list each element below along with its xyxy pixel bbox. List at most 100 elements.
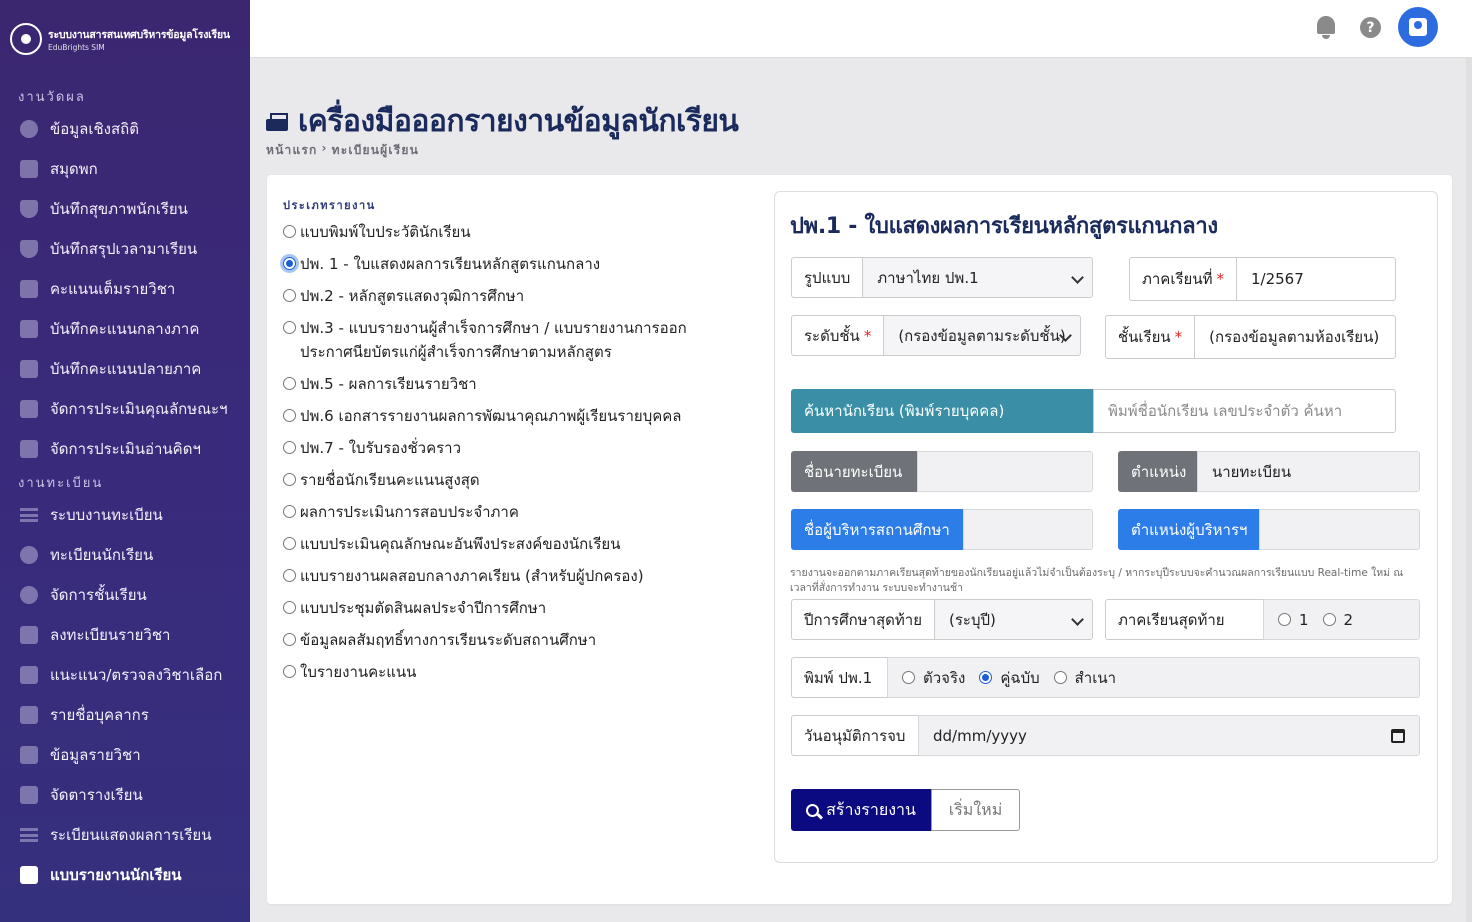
last-semester-option-1[interactable]: 1 xyxy=(1278,611,1309,629)
report-option[interactable]: แบบประชุมตัดสินผลประจำปีการศึกษา xyxy=(283,596,743,628)
sidebar-item-course-registration[interactable]: ลงทะเบียนรายวิชา xyxy=(0,615,250,655)
report-option[interactable]: แบบรายงานผลสอบกลางภาคเรียน (สำหรับผู้ปกค… xyxy=(283,564,743,596)
format-label: รูปแบบ xyxy=(791,257,863,298)
brand-subtitle: EduBrights SIM xyxy=(48,43,105,52)
approve-date-group: วันอนุมัติการจบ dd/mm/yyyy xyxy=(791,715,1420,756)
sidebar-item-students[interactable]: ทะเบียนนักเรียน xyxy=(0,535,250,575)
shield-icon xyxy=(20,240,38,258)
report-option[interactable]: แบบพิมพ์ใบประวัตินักเรียน xyxy=(283,220,743,252)
radio-button[interactable] xyxy=(283,569,296,582)
print-duplicate-option[interactable]: คู่ฉบับ xyxy=(979,666,1040,690)
sidebar-item-student-report[interactable]: แบบรายงานนักเรียน xyxy=(0,855,250,895)
scrollbar[interactable] xyxy=(1466,58,1472,922)
radio-button[interactable] xyxy=(283,289,296,302)
last-semester-option-2[interactable]: 2 xyxy=(1322,611,1353,629)
radio-button[interactable] xyxy=(283,377,296,390)
breadcrumb-home[interactable]: หน้าแรก xyxy=(266,141,318,160)
report-type-label: ประเภทรายงาน xyxy=(283,199,376,212)
position-input[interactable]: นายทะเบียน xyxy=(1197,451,1420,492)
report-type-group: ประเภทรายงาน แบบพิมพ์ใบประวัตินักเรียน ป… xyxy=(283,196,743,692)
book-icon xyxy=(20,160,38,178)
sidebar-item-classes[interactable]: จัดการชั้นเรียน xyxy=(0,575,250,615)
breadcrumb: หน้าแรก › ทะเบียนผู้เรียน xyxy=(266,141,419,160)
search-label: ค้นหานักเรียน (พิมพ์รายบุคคล) xyxy=(791,389,1093,433)
radio-button[interactable] xyxy=(979,671,993,684)
section-registration: งานทะเบียน xyxy=(18,475,104,491)
report-option[interactable]: ผลการประเมินการสอบประจำภาค xyxy=(283,500,743,532)
sidebar-item-reading[interactable]: จัดการประเมินอ่านคิดฯ xyxy=(0,429,250,469)
print-copy-option[interactable]: สำเนา xyxy=(1053,666,1116,690)
sidebar-item-attendance[interactable]: บันทึกสรุปเวลามาเรียน xyxy=(0,229,250,269)
report-option[interactable]: แบบประเมินคุณลักษณะอันพึงประสงค์ของนักเร… xyxy=(283,532,743,564)
bell-icon[interactable] xyxy=(1314,14,1338,40)
approve-date-input[interactable]: dd/mm/yyyy xyxy=(918,715,1420,756)
sidebar-item-characteristics[interactable]: จัดการประเมินคุณลักษณะฯ xyxy=(0,389,250,429)
sidebar-item-health[interactable]: บันทึกสุขภาพนักเรียน xyxy=(0,189,250,229)
breadcrumb-separator: › xyxy=(321,141,328,155)
reset-button[interactable]: เริ่มใหม่ xyxy=(931,789,1020,831)
page-title: เครื่องมือออกรายงานข้อมูลนักเรียน xyxy=(266,98,739,145)
radio-button[interactable] xyxy=(283,505,296,518)
format-group: รูปแบบ ภาษาไทย ปพ.1 xyxy=(791,257,1093,298)
radio-button[interactable] xyxy=(283,601,296,614)
radio-button[interactable] xyxy=(283,633,296,646)
face-icon xyxy=(20,546,38,564)
class-select[interactable]: (กรองข้อมูลตามห้องเรียน) xyxy=(1194,315,1396,359)
sidebar-item-midterm[interactable]: บันทึกคะแนนกลางภาค xyxy=(0,309,250,349)
sidebar-item-registration-system[interactable]: ระบบงานทะเบียน xyxy=(0,495,250,535)
sidebar-item-subjects[interactable]: ข้อมูลรายวิชา xyxy=(0,735,250,775)
registrar-input[interactable] xyxy=(917,451,1093,492)
sidebar-item-full-score[interactable]: คะแนนเต็มรายวิชา xyxy=(0,269,250,309)
semester-input[interactable]: 1/2567 xyxy=(1235,257,1396,301)
student-search-input[interactable]: พิมพ์ชื่อนักเรียน เลขประจำตัว ค้นหา xyxy=(1093,389,1396,433)
position-label: ตำแหน่ง xyxy=(1118,451,1197,492)
radio-button[interactable] xyxy=(902,671,915,684)
radio-button[interactable] xyxy=(1278,613,1291,626)
radio-button[interactable] xyxy=(283,225,296,238)
book-icon xyxy=(20,360,38,378)
radio-button[interactable] xyxy=(283,473,296,486)
radio-button[interactable] xyxy=(283,665,296,678)
director-input[interactable] xyxy=(963,509,1093,550)
report-option[interactable]: ข้อมูลผลสัมฤทธิ์ทางการเรียนระดับสถานศึกษ… xyxy=(283,628,743,660)
sidebar-item-transcript[interactable]: ระเบียนแสดงผลการเรียน xyxy=(0,815,250,855)
sidebar-item-guidance[interactable]: แนะแนว/ตรวจลงวิชาเลือก xyxy=(0,655,250,695)
radio-button[interactable] xyxy=(283,409,296,422)
report-option[interactable]: ใบรายงานคะแนน xyxy=(283,660,743,692)
radio-button[interactable] xyxy=(1322,613,1336,626)
report-option[interactable]: ปพ.2 - หลักสูตรแสดงวุฒิการศึกษา xyxy=(283,284,743,316)
radio-button[interactable] xyxy=(283,441,296,454)
book-icon xyxy=(20,440,38,458)
report-option[interactable]: ปพ.3 - แบบรายงานผู้สำเร็จการศึกษา / แบบร… xyxy=(283,316,743,372)
sidebar-item-timetable[interactable]: จัดตารางเรียน xyxy=(0,775,250,815)
report-option[interactable]: ปพ. 1 - ใบแสดงผลการเรียนหลักสูตรแกนกลาง xyxy=(283,252,743,284)
avatar[interactable] xyxy=(1398,7,1438,47)
sidebar-item-statistics[interactable]: ข้อมูลเชิงสถิติ xyxy=(0,109,250,149)
calendar-icon[interactable] xyxy=(1391,728,1405,743)
semester-group: ภาคเรียนที่ * 1/2567 xyxy=(1129,257,1396,301)
report-option[interactable]: รายชื่อนักเรียนคะแนนสูงสุด xyxy=(283,468,743,500)
level-group: ระดับชั้น * (กรองข้อมูลตามระดับชั้น) xyxy=(791,315,1081,356)
sidebar-item-report-book[interactable]: สมุดพก xyxy=(0,149,250,189)
last-year-label: ปีการศึกษาสุดท้าย xyxy=(791,599,934,640)
search-icon xyxy=(806,803,820,817)
level-select[interactable]: (กรองข้อมูลตามระดับชั้น) xyxy=(883,315,1081,356)
print-icon xyxy=(20,866,38,884)
badge-icon xyxy=(20,706,38,724)
radio-button[interactable] xyxy=(283,257,296,270)
report-option[interactable]: ปพ.5 - ผลการเรียนรายวิชา xyxy=(283,372,743,404)
format-select[interactable]: ภาษาไทย ปพ.1 xyxy=(862,257,1093,298)
last-year-select[interactable]: (ระบุปี) xyxy=(934,599,1093,640)
report-option[interactable]: ปพ.7 - ใบรับรองชั่วคราว xyxy=(283,436,743,468)
sidebar-item-staff[interactable]: รายชื่อบุคลากร xyxy=(0,695,250,735)
report-option[interactable]: ปพ.6 เอกสารรายงานผลการพัฒนาคุณภาพผู้เรีย… xyxy=(283,404,743,436)
radio-button[interactable] xyxy=(283,537,296,550)
create-report-button[interactable]: สร้างรายงาน xyxy=(791,789,931,831)
print-original-option[interactable]: ตัวจริง xyxy=(902,666,965,690)
brand[interactable]: ระบบงานสารสนเทศบริหารข้อมูลโรงเรียน EduB… xyxy=(0,0,250,78)
help-icon[interactable]: ? xyxy=(1360,17,1381,38)
sidebar-item-final[interactable]: บันทึกคะแนนปลายภาค xyxy=(0,349,250,389)
director-position-input[interactable] xyxy=(1259,509,1420,550)
radio-button[interactable] xyxy=(283,321,296,334)
radio-button[interactable] xyxy=(1053,671,1067,684)
